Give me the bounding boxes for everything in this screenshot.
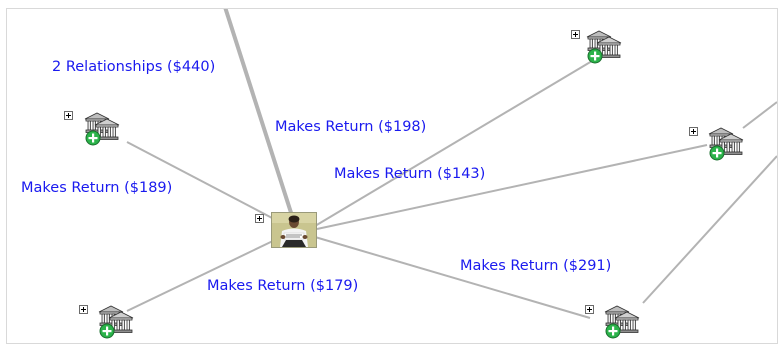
edge-return-179[interactable] (126, 238, 278, 312)
edge-label-return-143: Makes Return ($143) (334, 166, 486, 182)
expand-bank-top-right-button[interactable] (571, 30, 580, 39)
edge-return-143[interactable] (316, 144, 708, 230)
bank-add-icon (586, 30, 622, 64)
edge-label-relationships: 2 Relationships ($440) (52, 59, 216, 75)
edge-offscreen-lower[interactable] (642, 155, 777, 304)
bank-add-icon (708, 127, 744, 161)
bank-node-bottom-right[interactable] (601, 302, 641, 340)
edge-label-return-189: Makes Return ($189) (21, 180, 173, 196)
edge-return-198[interactable] (314, 60, 593, 227)
bank-node-left-upper[interactable] (81, 109, 121, 147)
expand-bank-right-middle-button[interactable] (689, 127, 698, 136)
bank-add-icon (84, 112, 120, 146)
edge-offscreen-upper[interactable] (742, 101, 777, 129)
expand-bank-bottom-right-button[interactable] (585, 305, 594, 314)
expand-bank-left-upper-button[interactable] (64, 111, 73, 120)
expand-person-button[interactable] (255, 214, 264, 223)
edge-label-return-291: Makes Return ($291) (460, 258, 612, 274)
person-photo-icon (272, 213, 316, 247)
edge-label-return-198: Makes Return ($198) (275, 119, 427, 135)
edge-label-return-179: Makes Return ($179) (207, 278, 359, 294)
bank-node-top-right[interactable] (583, 27, 623, 65)
bank-node-left-lower[interactable] (95, 302, 135, 340)
bank-add-icon (604, 305, 640, 339)
person-node[interactable] (271, 212, 317, 248)
expand-bank-left-lower-button[interactable] (79, 305, 88, 314)
bank-node-right-middle[interactable] (705, 124, 745, 162)
bank-add-icon (98, 305, 134, 339)
relationship-graph: 2 Relationships ($440) Makes Return ($19… (6, 8, 778, 344)
edge-relationships-440[interactable] (223, 9, 296, 223)
